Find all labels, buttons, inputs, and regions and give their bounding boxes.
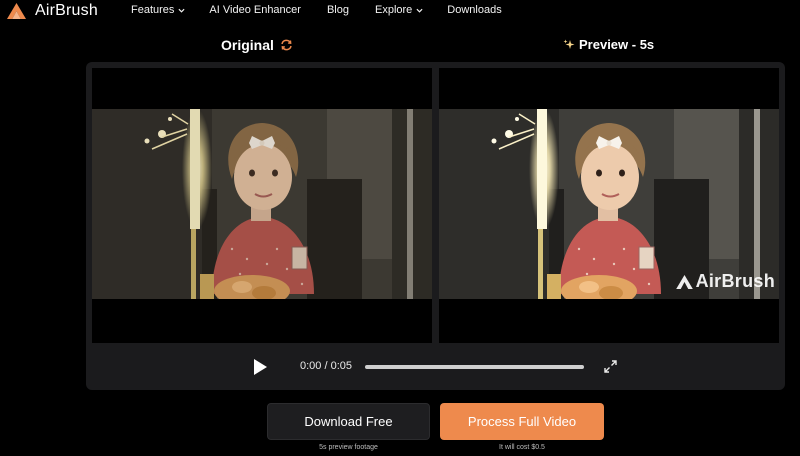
download-caption: 5s preview footage — [319, 444, 378, 451]
nav-item-label: Explore — [374, 4, 413, 16]
watermark-text: AirBrush — [695, 271, 775, 291]
expand-icon[interactable] — [604, 360, 617, 373]
nav-item-features[interactable]: Features — [131, 4, 185, 16]
chevron-down-icon — [178, 8, 185, 13]
sparkle-icon — [563, 39, 575, 49]
preview-label: Preview - 5s — [579, 37, 655, 52]
top-nav: AirBrush Features AI Video Enhancer Blog… — [0, 0, 800, 24]
nav-item-label: Blog — [326, 4, 349, 16]
nav-item-label: Features — [131, 4, 175, 16]
brand-name: AirBrush — [35, 2, 98, 19]
nav-item-blog[interactable]: Blog — [327, 4, 349, 16]
nav-item-ai-video-enhancer[interactable]: AI Video Enhancer — [209, 4, 301, 16]
nav-item-explore[interactable]: Explore — [375, 4, 423, 16]
process-full-video-button[interactable]: Process Full Video — [440, 403, 604, 440]
nav-item-label: AI Video Enhancer — [209, 4, 301, 16]
time-display: 0:00 / 0:05 — [300, 360, 352, 372]
nav-menu: Features AI Video Enhancer Blog Explore … — [131, 4, 502, 16]
nav-item-label: Downloads — [447, 4, 502, 16]
original-video[interactable] — [92, 68, 432, 343]
page: AirBrush Features AI Video Enhancer Blog… — [0, 0, 800, 456]
refresh-icon[interactable] — [280, 39, 293, 51]
airbrush-logo-icon — [7, 3, 26, 19]
process-cost-caption: It will cost $0.5 — [499, 444, 545, 451]
airbrush-watermark: AirBrush — [675, 271, 775, 292]
airbrush-logo-icon — [675, 274, 693, 289]
original-label: Original — [221, 37, 274, 53]
brand-logo[interactable]: AirBrush — [7, 2, 98, 20]
nav-item-downloads[interactable]: Downloads — [447, 4, 501, 16]
preview-video[interactable]: AirBrush — [439, 68, 779, 343]
video-frame-image — [92, 109, 432, 299]
chevron-down-icon — [416, 8, 423, 13]
preview-heading: Preview - 5s — [563, 37, 654, 52]
download-free-button[interactable]: Download Free — [267, 403, 430, 440]
original-heading: Original — [221, 37, 293, 53]
original-video-frame — [92, 109, 432, 299]
preview-video-frame: AirBrush — [439, 109, 779, 299]
play-icon[interactable] — [252, 358, 268, 376]
progress-bar[interactable] — [365, 365, 584, 369]
